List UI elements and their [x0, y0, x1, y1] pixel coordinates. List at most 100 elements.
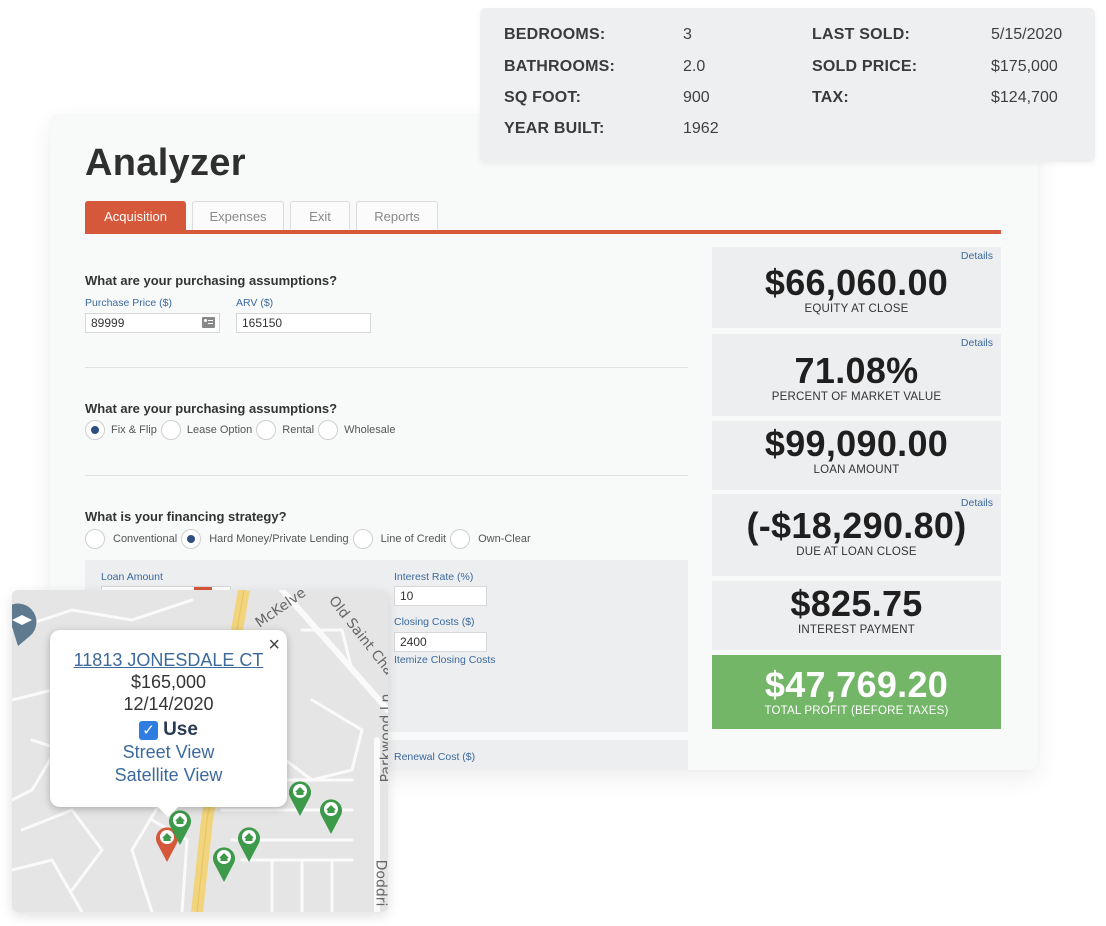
arv-input[interactable]: 165150 [236, 313, 371, 333]
metric-value: $825.75 [790, 583, 923, 624]
property-address-link[interactable]: 11813 JONESDALE CT [50, 650, 287, 671]
last-sold-value: 5/15/2020 [991, 26, 1063, 43]
radio-label: Conventional [113, 533, 178, 545]
tax-value: $124,700 [991, 89, 1058, 106]
school-marker-icon [12, 603, 37, 646]
radio-button[interactable] [85, 420, 105, 440]
metric-value: $66,060.00 [764, 262, 949, 303]
metric-label: LOAN AMOUNT [813, 464, 900, 476]
tab-exit[interactable]: Exit [290, 201, 350, 230]
metric-label: TOTAL PROFIT (BEFORE TAXES) [764, 705, 949, 717]
sqft-value: 900 [683, 89, 710, 106]
radio-hard-money[interactable]: Hard Money/Private Lending [181, 529, 349, 549]
tab-bar: Acquisition Expenses Exit Reports [85, 201, 438, 231]
property-price: $165,000 [130, 672, 207, 692]
sqft-label: SQ FOOT: [504, 89, 582, 106]
radio-label: Hard Money/Private Lending [209, 533, 349, 545]
metric-value: (-$18,290.80) [746, 505, 967, 546]
bedrooms-value: 3 [683, 26, 692, 43]
comp-pin-icon[interactable] [237, 825, 261, 863]
radio-button[interactable] [85, 529, 105, 549]
radio-label: Rental [282, 424, 315, 436]
details-link[interactable]: Details [961, 250, 993, 262]
purchase-price-label: Purchase Price ($) [85, 297, 172, 309]
sold-price-label: SOLD PRICE: [812, 58, 918, 75]
metric-value: $99,090.00 [764, 423, 949, 464]
metric-total-profit: $47,769.20 TOTAL PROFIT (BEFORE TAXES) [712, 655, 1001, 729]
metric-due-at-loan-close: Details (-$18,290.80) DUE AT LOAN CLOSE [712, 494, 1001, 576]
street-label-doddridge: Doddri [372, 859, 388, 907]
last-sold-label: LAST SOLD: [812, 26, 910, 43]
radio-button[interactable] [352, 529, 373, 549]
interest-rate-label: Interest Rate (%) [394, 571, 474, 583]
closing-costs-input[interactable]: 2400 [394, 632, 487, 652]
interest-rate-input[interactable]: 10 [394, 586, 487, 606]
tab-underline [85, 230, 1001, 234]
radio-lease-option[interactable]: Lease Option [160, 420, 253, 440]
comp-pin-icon[interactable] [288, 779, 312, 817]
year-built-label: YEAR BUILT: [504, 120, 605, 137]
metric-label: EQUITY AT CLOSE [804, 303, 909, 315]
tab-acquisition[interactable]: Acquisition [85, 201, 186, 230]
checkmark-icon[interactable]: ✓ [139, 720, 159, 740]
itemize-closing-costs-link[interactable]: Itemize Closing Costs [394, 654, 496, 666]
metric-value: $47,769.20 [764, 664, 949, 705]
radio-label: Fix & Flip [111, 424, 157, 436]
radio-own-clear[interactable]: Own-Clear [450, 529, 531, 549]
radio-rental[interactable]: Rental [256, 420, 314, 440]
strategy-heading: What are your purchasing assumptions? [85, 401, 338, 416]
page-title: Analyzer [85, 142, 246, 184]
sold-price-value: $175,000 [991, 58, 1058, 75]
radio-label: Lease Option [186, 424, 253, 436]
street-label-parkwood: Parkwood Ln [378, 693, 388, 783]
use-checkbox[interactable]: ✓ Use [50, 719, 287, 741]
satellite-view-link[interactable]: Satellite View [50, 764, 287, 787]
purchasing-assumptions-heading: What are your purchasing assumptions? [85, 273, 338, 288]
details-link[interactable]: Details [961, 497, 993, 509]
details-link[interactable]: Details [961, 337, 993, 349]
radio-fix-flip[interactable]: Fix & Flip [85, 420, 157, 440]
radio-label: Line of Credit [380, 533, 447, 545]
tab-reports[interactable]: Reports [356, 201, 438, 230]
radio-button[interactable] [160, 420, 181, 440]
radio-button[interactable] [256, 420, 277, 440]
bathrooms-label: BATHROOMS: [504, 58, 616, 75]
metric-percent-market-value: Details 71.08% PERCENT OF MARKET VALUE [712, 334, 1001, 416]
purchase-price-input[interactable]: 89999 [85, 313, 220, 333]
comp-pin-icon[interactable] [319, 797, 343, 835]
comp-pin-icon[interactable] [212, 845, 236, 883]
property-sale-date: 12/14/2020 [123, 694, 214, 714]
tax-label: TAX: [812, 89, 849, 106]
strategy-radio-group: Fix & Flip Lease Option Rental Wholesale [85, 420, 399, 440]
metric-label: PERCENT OF MARKET VALUE [771, 391, 942, 403]
section-divider [85, 367, 688, 368]
close-icon[interactable]: × [268, 634, 280, 657]
metric-label: DUE AT LOAN CLOSE [796, 546, 917, 558]
bedrooms-label: BEDROOMS: [504, 26, 606, 43]
use-label: Use [163, 719, 198, 740]
tab-expenses[interactable]: Expenses [192, 201, 284, 230]
property-info-card: BEDROOMS: 3 BATHROOMS: 2.0 SQ FOOT: 900 … [480, 8, 1095, 162]
radio-label: Own-Clear [478, 533, 531, 545]
financing-heading: What is your financing strategy? [85, 509, 287, 524]
metric-interest-payment: $825.75 INTEREST PAYMENT [712, 581, 1001, 650]
arv-label: ARV ($) [236, 297, 274, 309]
closing-costs-label: Closing Costs ($) [394, 616, 475, 628]
street-view-link[interactable]: Street View [50, 741, 287, 764]
metric-label: INTEREST PAYMENT [798, 624, 915, 636]
radio-wholesale[interactable]: Wholesale [318, 420, 395, 440]
metric-equity-at-close: Details $66,060.00 EQUITY AT CLOSE [712, 247, 1001, 328]
bathrooms-value: 2.0 [683, 58, 706, 75]
radio-button[interactable] [318, 420, 339, 440]
property-popup: × 11813 JONESDALE CT $165,000 12/14/2020… [50, 630, 287, 817]
contact-card-icon[interactable] [202, 317, 215, 328]
purchase-price-value: 89999 [91, 316, 125, 330]
metric-value: 71.08% [794, 350, 919, 391]
metric-loan-amount: $99,090.00 LOAN AMOUNT [712, 421, 1001, 490]
loan-amount-label: Loan Amount [101, 571, 163, 583]
radio-button[interactable] [181, 529, 202, 549]
radio-button[interactable] [450, 529, 471, 549]
radio-conventional[interactable]: Conventional [85, 529, 177, 549]
year-built-value: 1962 [683, 120, 719, 137]
radio-line-of-credit[interactable]: Line of Credit [352, 529, 447, 549]
